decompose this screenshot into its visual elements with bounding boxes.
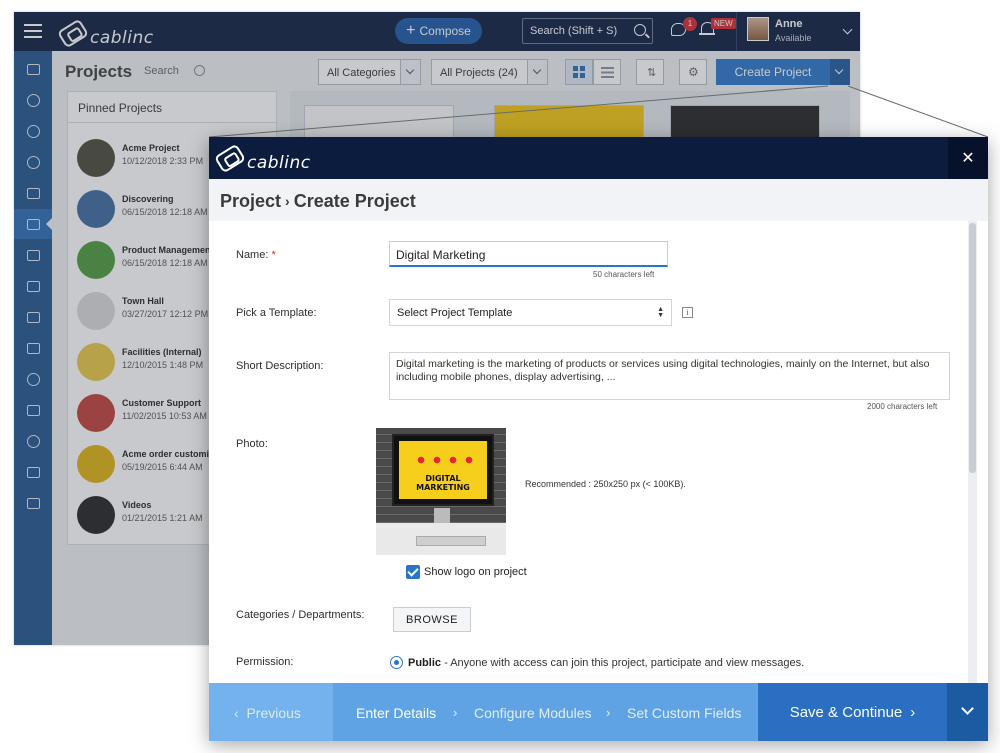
step-set-custom-fields[interactable]: Set Custom Fields [627,705,741,721]
save-label: Save & Continue [789,703,903,721]
photo-recommendation: Recommended : 250x250 px (< 100KB). [525,479,686,489]
brand-name: cablinc [247,153,311,173]
description-textarea[interactable]: Digital marketing is the marketing of pr… [389,352,950,400]
project-photo[interactable]: DIGITAL MARKETING [376,428,506,555]
breadcrumb-separator: › [285,193,290,209]
photo-label: Photo: [236,438,268,450]
name-label-text: Name: [236,249,269,261]
public-option-desc: - Anyone with access can join this proje… [444,657,805,669]
logo-icon [213,143,247,173]
close-button[interactable]: ✕ [948,137,988,179]
breadcrumb-current: Create Project [293,191,416,211]
show-logo-label[interactable]: Show logo on project [424,566,527,578]
step-configure-modules[interactable]: Configure Modules [474,705,592,721]
photo-monitor: DIGITAL MARKETING [392,434,494,506]
public-radio-label[interactable]: Public - Anyone with access can join thi… [408,657,804,669]
chevron-right-icon: › [453,705,458,720]
photo-caption: DIGITAL MARKETING [416,474,470,492]
chevron-right-icon: › [606,705,611,720]
previous-button[interactable]: ‹ Previous [209,683,333,741]
name-label: Name: * [236,249,276,261]
save-options-dropdown[interactable] [947,683,988,741]
template-value: Select Project Template [397,307,513,319]
photo-stand [434,508,450,523]
project-name-input[interactable]: Digital Marketing [389,241,668,267]
photo-screen: DIGITAL MARKETING [399,441,487,499]
template-label: Pick a Template: [236,307,317,319]
name-char-count: 50 characters left [593,270,655,279]
wizard-footer: ‹ Previous Enter Details › Configure Mod… [209,683,988,741]
breadcrumb: Project › Create Project [209,179,988,221]
previous-label: ‹ Previous [234,705,301,721]
photo-icons [413,451,473,469]
public-option: Public [408,657,442,669]
previous-text: Previous [246,705,301,721]
breadcrumb-parent[interactable]: Project [220,191,281,211]
permission-label: Permission: [236,656,294,668]
photo-keyboard [416,536,486,546]
show-logo-checkbox[interactable] [406,565,420,579]
save-continue-button[interactable]: Save & Continue › [758,683,947,741]
modal-header: cablinc ✕ [209,137,988,179]
scrollbar-thumb[interactable] [969,223,976,473]
required-mark: * [271,249,276,261]
create-project-modal: cablinc ✕ Project › Create Project Name: *… [209,137,988,741]
description-label: Short Description: [236,360,324,372]
description-char-count: 2000 characters left [867,402,938,411]
chevron-right-icon: › [910,703,916,721]
modal-logo: cablinc [213,143,311,173]
categories-label: Categories / Departments: [236,609,365,621]
step-enter-details[interactable]: Enter Details [356,705,436,721]
template-select[interactable]: Select Project Template ▲ ▼ [389,299,672,326]
info-icon[interactable]: i [682,307,693,318]
select-arrows-icon: ▲ ▼ [657,306,664,319]
public-radio[interactable] [390,656,403,669]
browse-button[interactable]: BROWSE [393,607,471,632]
chevron-left-icon: ‹ [234,705,239,721]
close-icon: ✕ [961,150,975,167]
